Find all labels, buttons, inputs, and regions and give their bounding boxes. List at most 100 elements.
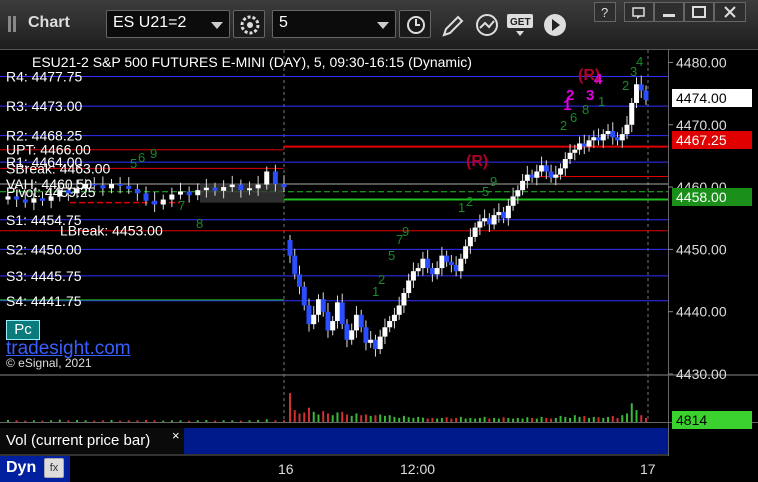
volume-bar [179, 420, 182, 422]
volume-bar [535, 418, 538, 422]
candle-body [311, 314, 317, 325]
maximize-icon [692, 6, 706, 18]
volume-bar [493, 417, 496, 422]
candle-body [83, 183, 89, 189]
candle-body [505, 205, 511, 219]
volume-bar [231, 420, 234, 422]
volume-bar [119, 420, 122, 422]
candle-body [221, 187, 227, 191]
study-icon[interactable] [474, 12, 502, 40]
candle-body [301, 286, 307, 306]
candle-body [272, 171, 278, 184]
candle-body [520, 180, 526, 191]
volume-close-icon[interactable]: × [172, 428, 180, 443]
grip-icon[interactable] [8, 16, 22, 32]
minimize-button[interactable] [654, 2, 684, 22]
candle-body [387, 321, 393, 328]
volume-bar [239, 420, 242, 422]
volume-bar [545, 417, 548, 422]
volume-bar [162, 420, 165, 422]
volume-bar [336, 412, 339, 422]
volume-bar [341, 411, 344, 422]
candle-body [334, 302, 340, 322]
get-icon[interactable]: GET [506, 12, 536, 38]
volume-bar [607, 416, 610, 422]
volume-bar [293, 410, 296, 422]
fx-icon[interactable]: fx [44, 458, 64, 478]
help-button[interactable]: ? [594, 2, 616, 22]
volume-bar [101, 420, 104, 422]
volume-bar [588, 417, 591, 422]
volume-bar [355, 413, 358, 422]
volume-bar [597, 417, 600, 422]
minimize-icon [663, 14, 675, 17]
candle-body [629, 102, 635, 125]
volume-bar [474, 418, 477, 422]
candle-body [134, 188, 140, 194]
count-marker: 1 [458, 200, 465, 215]
symbol-selector[interactable]: ES U21=2 [106, 10, 230, 38]
play-icon[interactable] [542, 12, 568, 38]
candle-body [255, 184, 261, 189]
candle-body [548, 171, 554, 178]
candle-body [391, 314, 397, 322]
price-chart[interactable]: R4: 4477.75R3: 4473.00R2: 4468.25UPT: 44… [0, 50, 758, 482]
volume-bar [379, 414, 382, 422]
candle-body [463, 246, 469, 259]
volume-bar [564, 416, 567, 422]
volume-bar [512, 418, 515, 422]
candle-body [315, 299, 321, 315]
candle-body [562, 159, 568, 169]
pencil-icon[interactable] [440, 13, 466, 39]
candle-body [577, 143, 583, 150]
candle-body [448, 261, 454, 265]
volume-bar [153, 420, 156, 422]
interval-selector[interactable]: 5 [272, 10, 396, 38]
candle-body [203, 187, 209, 191]
restore-button[interactable] [624, 2, 654, 22]
candle-body [501, 212, 507, 219]
volume-bar [248, 420, 251, 422]
axis-border [668, 50, 669, 456]
candle-body [458, 258, 464, 272]
candle-body [195, 190, 201, 196]
current-price-tag: 4474.00 [672, 89, 752, 107]
clock-button[interactable] [399, 10, 431, 38]
volume-bar [502, 417, 505, 422]
candle-body [306, 305, 312, 325]
chevron-down-icon [377, 22, 389, 29]
volume-bar [464, 418, 467, 422]
pc-button[interactable]: Pc [6, 320, 40, 340]
reversal-marker: (R) [466, 153, 488, 170]
candle-body [434, 268, 440, 275]
volume-bar [205, 419, 208, 422]
candle-body [91, 183, 97, 186]
candle-body [586, 140, 592, 147]
time-tick-label: 17 [640, 461, 656, 477]
gear-button[interactable] [233, 10, 265, 38]
volume-bar [32, 420, 35, 422]
candle-body [212, 187, 218, 191]
level-label: LBreak: 4453.00 [60, 223, 163, 239]
volume-bar [459, 416, 462, 422]
candle-body [57, 190, 63, 197]
volume-bar [214, 420, 216, 422]
level-label: S2: 4450.00 [6, 241, 82, 257]
volume-bar [578, 416, 581, 422]
volume-bar [222, 420, 225, 422]
candle-body [31, 198, 37, 203]
volume-bar [421, 417, 424, 422]
volume-bar [554, 417, 557, 422]
close-button[interactable] [714, 2, 746, 22]
maximize-button[interactable] [684, 2, 714, 22]
copyright-text: © eSignal, 2021 [6, 356, 92, 370]
volume-bar [326, 413, 329, 422]
time-tick-label: 16 [278, 461, 294, 477]
volume-footer-band [184, 428, 668, 454]
candle-body [543, 165, 549, 172]
volume-bar [76, 419, 78, 422]
count-marker: 5 [388, 248, 395, 263]
candle-body [382, 327, 388, 337]
candle-body [524, 174, 530, 181]
level-label: R3: 4473.00 [6, 98, 82, 114]
